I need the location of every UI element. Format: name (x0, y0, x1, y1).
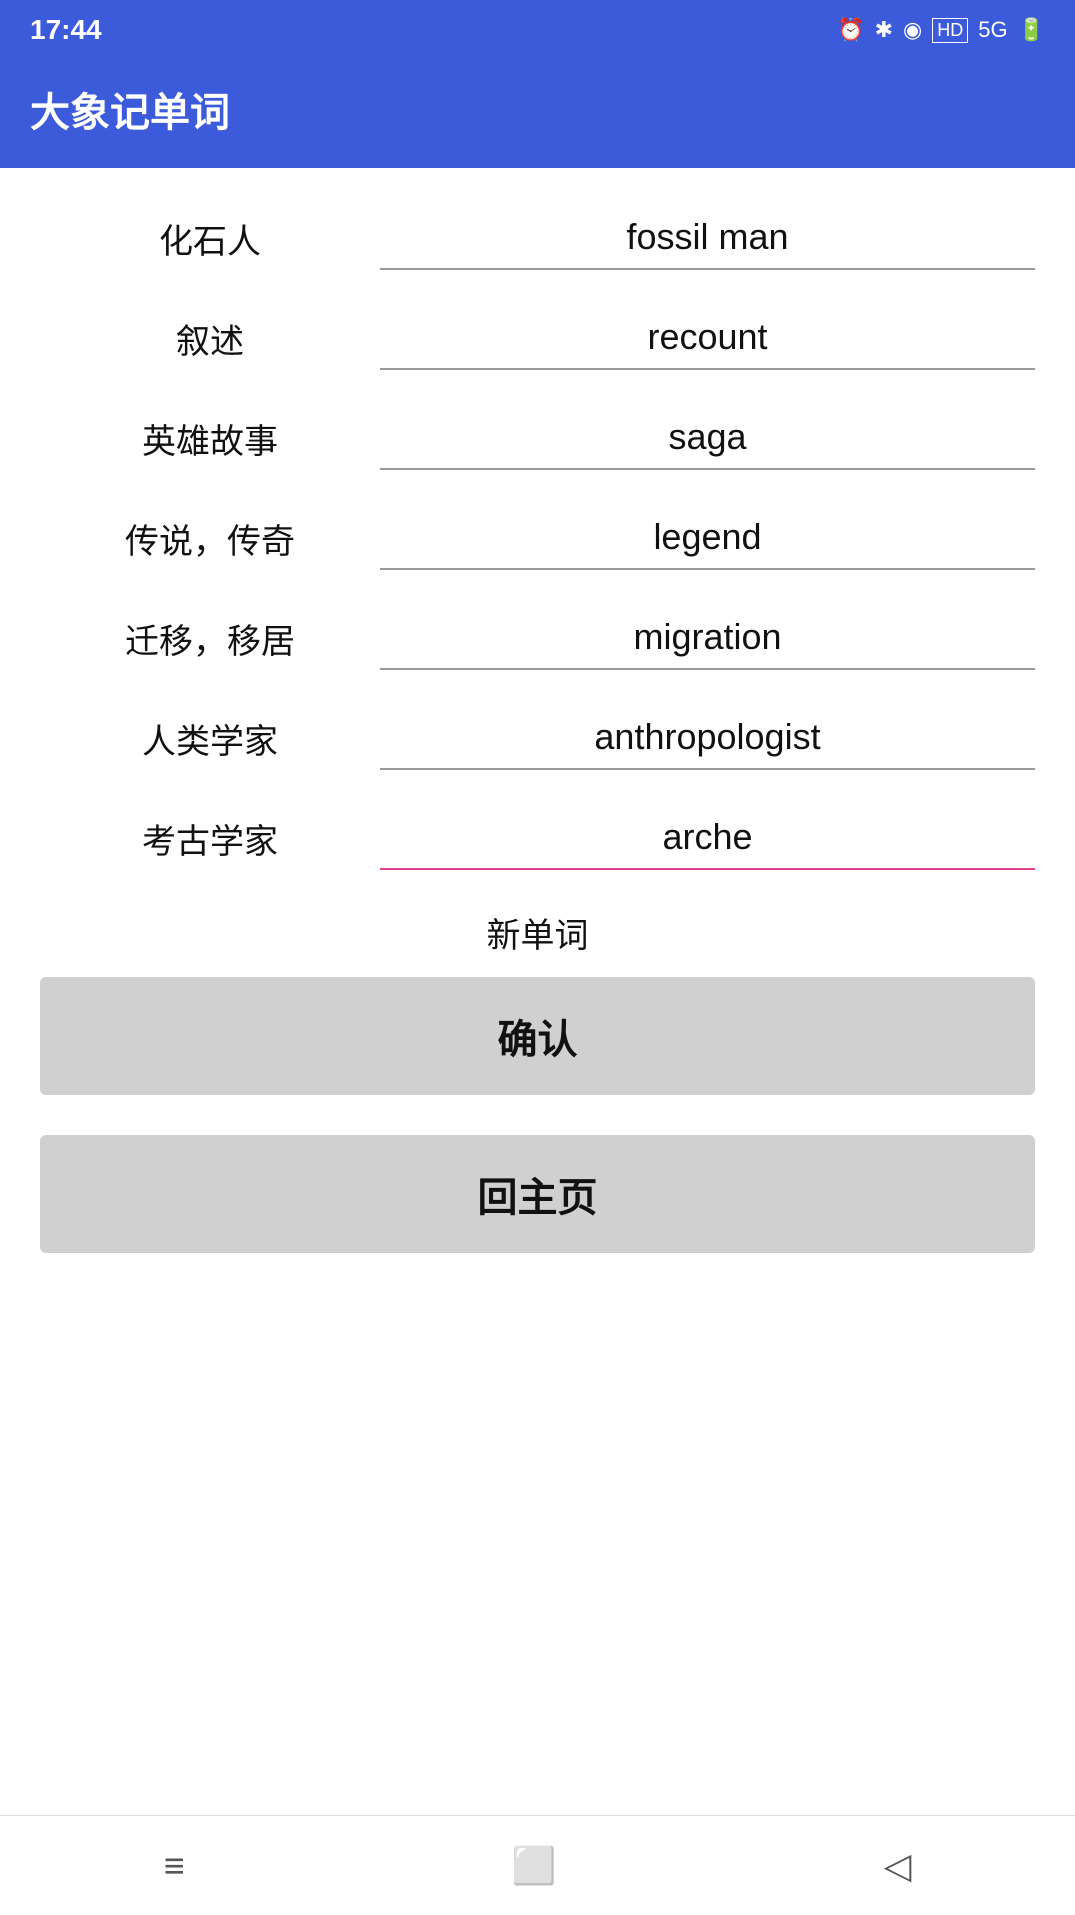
app-title: 大象记单词 (30, 91, 230, 135)
vocab-row: 叙述 (40, 298, 1035, 378)
wifi-icon: ◉ (903, 17, 922, 43)
chinese-label-5: 迁移，移居 (40, 614, 380, 663)
chinese-label-7: 考古学家 (40, 814, 380, 863)
new-word-label: 新单词 (40, 908, 1035, 957)
home-button[interactable]: 回主页 (40, 1135, 1035, 1253)
chinese-label-2: 叙述 (40, 314, 380, 363)
main-content: 化石人 叙述 英雄故事 传说，传奇 迁移 (0, 168, 1075, 1915)
bluetooth-icon: ✱ (875, 17, 893, 43)
status-icons: ⏰ ✱ ◉ HD 5G 🔋 (837, 17, 1045, 43)
status-time: 17:44 (30, 14, 102, 46)
chinese-label-4: 传说，传奇 (40, 514, 380, 563)
vocab-row: 传说，传奇 (40, 498, 1035, 578)
english-container-1 (380, 206, 1035, 270)
vocab-row: 人类学家 (40, 698, 1035, 778)
english-input-2[interactable] (400, 316, 1015, 358)
chinese-label-1: 化石人 (40, 214, 380, 263)
english-container-6 (380, 706, 1035, 770)
vocab-list: 化石人 叙述 英雄故事 传说，传奇 迁移 (40, 198, 1035, 878)
english-container-5 (380, 606, 1035, 670)
battery-icon: 🔋 (1018, 17, 1045, 43)
english-container-7 (380, 806, 1035, 870)
english-container-3 (380, 406, 1035, 470)
alarm-icon: ⏰ (837, 17, 864, 43)
confirm-button[interactable]: 确认 (40, 977, 1035, 1095)
vocab-row: 考古学家 (40, 798, 1035, 878)
english-input-3[interactable] (400, 416, 1015, 458)
english-input-5[interactable] (400, 616, 1015, 658)
back-nav-icon[interactable]: ◁ (884, 1845, 912, 1887)
english-input-1[interactable] (400, 216, 1015, 258)
app-header: 大象记单词 (0, 60, 1075, 168)
signal-icon: 5G (978, 17, 1007, 43)
bottom-nav: ≡ ⬜ ◁ (0, 1815, 1075, 1915)
status-bar: 17:44 ⏰ ✱ ◉ HD 5G 🔋 (0, 0, 1075, 60)
home-nav-icon[interactable]: ⬜ (512, 1845, 557, 1887)
chinese-label-6: 人类学家 (40, 714, 380, 763)
chinese-label-3: 英雄故事 (40, 414, 380, 463)
english-input-4[interactable] (400, 516, 1015, 558)
vocab-row: 英雄故事 (40, 398, 1035, 478)
hd-icon: HD (932, 18, 968, 43)
english-container-4 (380, 506, 1035, 570)
english-container-2 (380, 306, 1035, 370)
menu-nav-icon[interactable]: ≡ (164, 1845, 185, 1887)
vocab-row: 化石人 (40, 198, 1035, 278)
english-input-6[interactable] (400, 716, 1015, 758)
vocab-row: 迁移，移居 (40, 598, 1035, 678)
english-input-7[interactable] (400, 816, 1015, 858)
